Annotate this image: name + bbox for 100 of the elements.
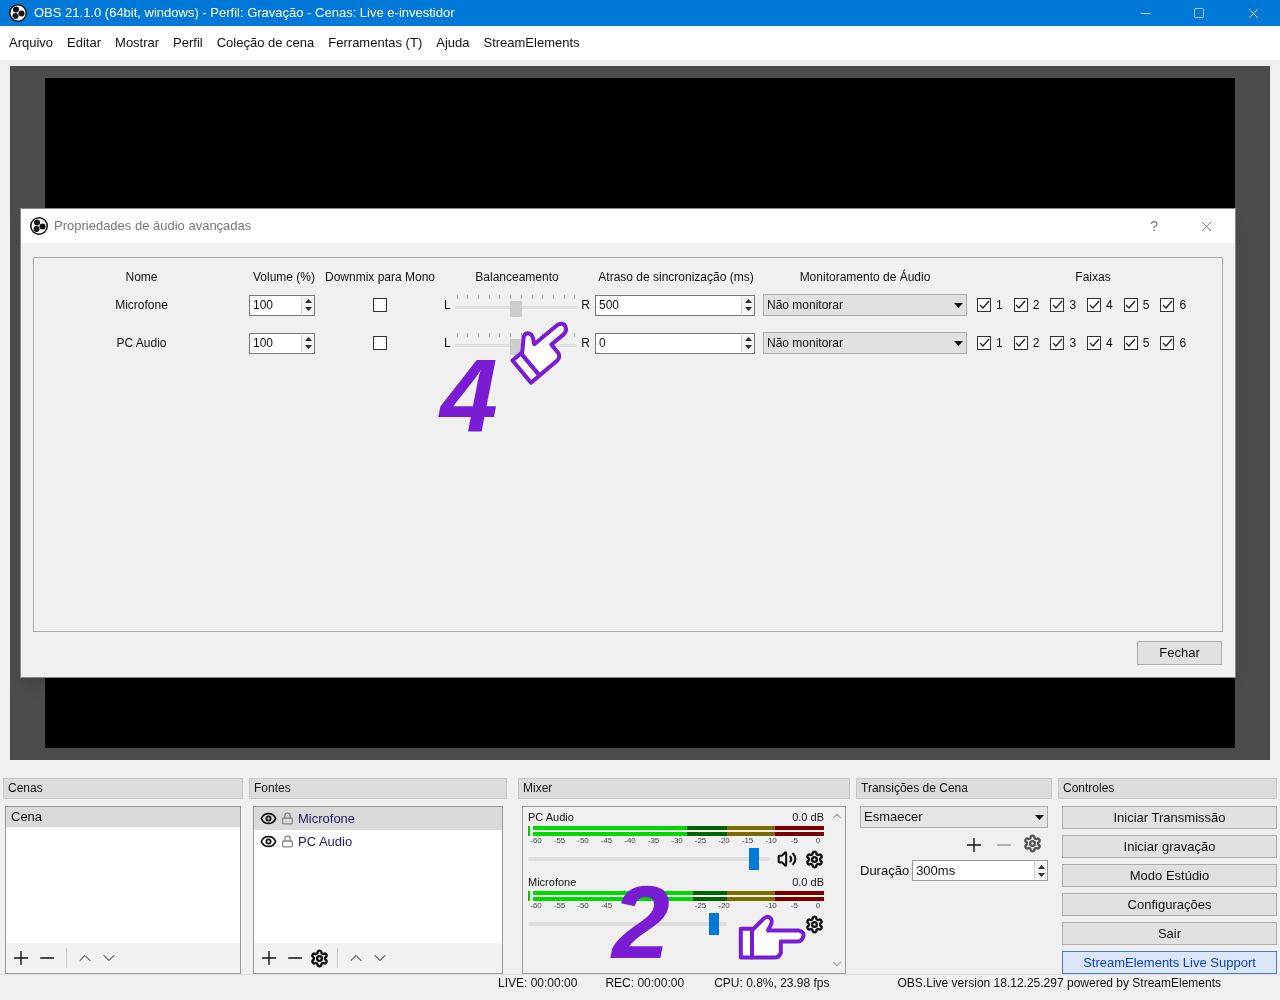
checkbox[interactable] <box>1087 336 1102 350</box>
meter-scale-label: -50 <box>577 836 589 846</box>
meter-scale-label: -20 <box>718 901 730 911</box>
volume-fader[interactable] <box>528 848 769 870</box>
status-text: CPU: 0.8%, 23.98 fps <box>714 976 830 990</box>
menu-item[interactable]: Coleção de cena <box>209 33 322 53</box>
transition-select[interactable]: Esmaecer <box>860 806 1048 828</box>
checkbox[interactable] <box>1050 298 1065 312</box>
meter-scale-label: -20 <box>718 836 730 846</box>
control-button[interactable]: Configurações <box>1062 893 1277 916</box>
status-text: REC: 00:00:00 <box>605 976 685 990</box>
volume-field[interactable]: 100 <box>249 294 315 316</box>
checkbox[interactable] <box>1160 298 1175 312</box>
meter-scale-label: -10 <box>765 901 777 911</box>
annotation-number: 4 <box>440 356 498 436</box>
settings-icon[interactable] <box>1023 834 1042 853</box>
meter-scale-label: -30 <box>671 836 683 846</box>
source-name: PC Audio <box>115 335 168 352</box>
meter-scale-label: -45 <box>600 901 613 910</box>
spin-arrows-icon[interactable] <box>301 334 314 352</box>
menu-item[interactable]: Ferramentas (T) <box>321 33 430 53</box>
checkbox[interactable] <box>1013 298 1028 312</box>
track-label: 4 <box>1106 297 1113 314</box>
lock-icon[interactable] <box>281 835 294 848</box>
checkbox[interactable] <box>1050 336 1065 350</box>
column-header: Nome <box>124 269 159 286</box>
volume-field[interactable]: 100 <box>249 332 315 354</box>
settings-icon[interactable] <box>805 849 824 869</box>
checkbox[interactable] <box>977 336 991 350</box>
duration-label: Duração <box>860 861 910 880</box>
checkbox[interactable] <box>1160 336 1175 350</box>
control-button[interactable]: StreamElements Live Support <box>1062 951 1277 974</box>
control-button[interactable]: Iniciar gravação <box>1062 835 1277 858</box>
checkbox[interactable] <box>373 336 387 350</box>
source-item[interactable]: Microfone <box>254 807 502 830</box>
control-button[interactable]: Sair <box>1062 922 1277 945</box>
settings-icon[interactable] <box>805 914 824 934</box>
menu-item[interactable]: Ajuda <box>429 33 477 53</box>
monitoring-select[interactable]: Não monitorar <box>763 332 967 354</box>
monitoring-select[interactable]: Não monitorar <box>763 294 967 316</box>
meter-scale-label: -55 <box>553 901 566 911</box>
spin-arrows-icon[interactable] <box>741 334 754 352</box>
menu-item[interactable]: StreamElements <box>476 33 587 53</box>
column-header: Volume (%) <box>252 269 316 286</box>
source-item[interactable]: PC Audio <box>254 830 502 853</box>
source-name: Microfone <box>114 297 169 314</box>
eye-icon[interactable] <box>260 833 277 850</box>
track-label: 2 <box>1032 335 1040 352</box>
volume-reading: 0.0 dB <box>792 811 824 824</box>
checkbox[interactable] <box>373 298 387 312</box>
track-label: 1 <box>996 335 1003 352</box>
checkbox[interactable] <box>1123 298 1138 312</box>
menu-item[interactable]: Mostrar <box>108 33 167 53</box>
spin-arrows-icon[interactable] <box>741 296 754 314</box>
annotation-number: 2 <box>612 882 670 962</box>
spin-arrows-icon[interactable] <box>1034 862 1047 879</box>
meter-scale-label: -35 <box>647 836 660 846</box>
right-label: R <box>581 335 590 352</box>
settings-icon[interactable] <box>310 948 329 968</box>
scene-item[interactable]: Cena <box>6 807 240 827</box>
menu-item[interactable]: Arquivo <box>2 33 61 53</box>
control-button[interactable]: Iniciar Transmissão <box>1062 806 1277 829</box>
column-header: Balanceamento <box>474 269 560 286</box>
channel-name: PC Audio <box>528 811 574 824</box>
column-header: Faixas <box>1074 269 1112 286</box>
meter-scale-label: -45 <box>600 836 613 846</box>
track-label: 5 <box>1142 335 1150 352</box>
status-text: OBS.Live version 18.12.25.297 powered by StreamElements <box>897 976 1222 990</box>
track-label: 4 <box>1106 335 1113 352</box>
speaker-icon[interactable] <box>777 849 797 869</box>
left-label: L <box>444 297 451 314</box>
track-label: 3 <box>1069 297 1077 314</box>
meter-scale-label: -15 <box>741 836 754 846</box>
meter-scale-label: 0 <box>814 836 822 846</box>
menu-item[interactable]: Perfil <box>166 33 210 53</box>
control-button[interactable]: Modo Estúdio <box>1062 864 1277 887</box>
volume-reading: 0.0 dB <box>792 876 824 889</box>
checkbox[interactable] <box>1013 336 1028 350</box>
lock-icon[interactable] <box>281 812 294 825</box>
maximize-icon[interactable] <box>1193 7 1205 19</box>
channel-name: Microfone <box>528 876 577 889</box>
menu-item[interactable]: Editar <box>60 33 109 53</box>
checkbox[interactable] <box>977 298 991 312</box>
help-button[interactable]: ? <box>1150 215 1158 237</box>
spin-arrows-icon[interactable] <box>301 296 314 314</box>
duration-field[interactable]: 300ms <box>912 860 1048 881</box>
dock-title: Fontes <box>249 778 507 799</box>
close-dialog-button[interactable]: Fechar <box>1137 641 1222 665</box>
checkbox[interactable] <box>1123 336 1138 350</box>
track-label: 5 <box>1142 297 1150 314</box>
column-header: Downmix para Mono <box>323 269 436 286</box>
balance-slider[interactable] <box>454 293 578 317</box>
sync-delay-field[interactable]: 500 <box>595 294 755 316</box>
eye-icon[interactable] <box>260 810 277 827</box>
checkbox[interactable] <box>1087 298 1102 312</box>
sync-delay-field[interactable]: 0 <box>595 332 755 354</box>
column-header: Monitoramento de Áudio <box>798 268 932 286</box>
meter-scale-label: -25 <box>694 901 707 911</box>
right-label: R <box>581 297 590 314</box>
meter-scale-label: -40 <box>624 836 636 846</box>
